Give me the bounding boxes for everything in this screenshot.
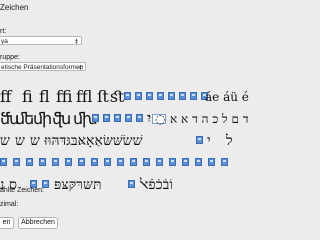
missing-glyph-icon[interactable] [78,158,85,166]
missing-glyph-icon[interactable] [124,92,131,100]
char-ff[interactable]: ﬀ [0,86,11,108]
char-st[interactable]: ﬆ [110,86,125,108]
insert-button[interactable]: en [0,217,14,229]
type-select[interactable]: ya ▲ ▼ [0,36,82,45]
missing-glyph-icon[interactable] [157,92,164,100]
char-hebrew-ligatures[interactable]: ﬢ ם ל כ ה ד א ﬡ [170,108,249,130]
char-dotted-circle[interactable]: ◌ [155,108,165,130]
missing-glyph-icon[interactable] [103,114,110,122]
chosen-chars-label: ählte Zeichen: [0,187,44,194]
missing-glyph-icon[interactable] [26,158,33,166]
char-fi[interactable]: ﬁ [22,86,33,108]
missing-glyph-icon[interactable] [13,158,20,166]
char-lamed[interactable]: ל [226,130,233,152]
missing-glyph-icon[interactable] [156,158,163,166]
missing-glyph-icon[interactable] [65,158,72,166]
missing-glyph-icon[interactable] [130,158,137,166]
missing-glyph-icon[interactable] [179,92,186,100]
missing-glyph-icon[interactable] [39,158,46,166]
missing-glyph-icon[interactable] [146,92,153,100]
grid-row-2: ﬓ ﬔ ﬕ ﬖ ﬗ יִ ◌ ﬢ ם ל כ ה ד א ﬡ [0,108,249,130]
char-fl[interactable]: ﬂ [39,86,50,108]
char-long-st[interactable]: ﬅ [97,86,109,108]
char-armenian-men-ech[interactable]: ﬔ [15,108,34,130]
group-select[interactable]: etische Präsentationsformen ▲ ▼ [0,62,86,71]
missing-glyph-icon[interactable] [182,158,189,166]
missing-glyph-icon[interactable] [128,180,135,188]
char-yod-hiriq[interactable]: יִ [147,108,151,130]
char-shin[interactable]: ש [30,130,40,152]
group-select-value: etische Präsentationsformen [1,64,84,71]
type-select-value: ya [1,38,8,45]
missing-glyph-icon[interactable] [125,114,132,122]
type-label: rt: [0,28,7,35]
missing-glyph-icon[interactable] [117,158,124,166]
group-label: ruppe: [0,54,20,61]
missing-glyph-icon[interactable] [169,158,176,166]
missing-glyph-icon[interactable] [196,136,203,144]
missing-glyph-icon[interactable] [104,158,111,166]
decimal-label: zimal: [0,201,19,208]
missing-glyph-icon[interactable] [0,158,7,166]
char-hebrew-vowels[interactable]: וֹבֿכֿפֿﭏ [140,174,173,196]
char-ffl[interactable]: ﬄ [76,86,92,108]
grid-row-1: ﬀ ﬁ ﬂ ﬃ ﬄ ﬅ ﬆ áe áü é [0,86,249,108]
dialog-title: Zeichen [0,3,29,12]
char-hebrew-dagesh[interactable]: תּשּרּקּצּפּ [54,174,102,196]
chevron-updown-icon: ▲ ▼ [74,37,79,45]
missing-glyph-icon[interactable] [143,158,150,166]
char-shin[interactable]: ש [0,130,10,152]
chevron-updown-icon: ▲ ▼ [78,63,83,71]
missing-glyph-icon[interactable] [114,114,121,122]
char-armenian-vew-now[interactable]: ﬖ [52,108,71,130]
grid-row-3: ש ש ש שׁשׂשּׁשּׂאַאָאּבּגּדּהּוּזּ י ל [0,130,240,152]
grid-row-4 [0,152,240,174]
missing-glyph-icon[interactable] [52,158,59,166]
character-grid[interactable]: ﬀ ﬁ ﬂ ﬃ ﬄ ﬅ ﬆ áe áü é ﬓ ﬔ ﬕ ﬖ ﬗ יִ ◌ ﬢ ם… [0,86,249,222]
cancel-button[interactable]: Abbrechen [18,217,58,229]
missing-glyph-icon[interactable] [195,158,202,166]
char-shin[interactable]: ש [15,130,25,152]
char-shin-dots[interactable]: שׁשׂשּׁשּׂאַאָאּבּגּדּהּוּזּ [44,130,143,152]
missing-glyph-icon[interactable] [135,92,142,100]
missing-glyph-icon[interactable] [221,158,228,166]
missing-glyph-icon[interactable] [168,92,175,100]
missing-glyph-icon[interactable] [208,158,215,166]
missing-glyph-icon[interactable] [92,114,99,122]
missing-glyph-icon[interactable] [136,114,143,122]
char-armenian-men-ini[interactable]: ﬕ [33,108,52,130]
char-ae-aü-é[interactable]: áe áü é [205,86,249,108]
char-ffi[interactable]: ﬃ [56,86,72,108]
char-yod[interactable]: י [207,130,211,152]
missing-glyph-icon[interactable] [91,158,98,166]
missing-glyph-icon[interactable] [190,92,197,100]
